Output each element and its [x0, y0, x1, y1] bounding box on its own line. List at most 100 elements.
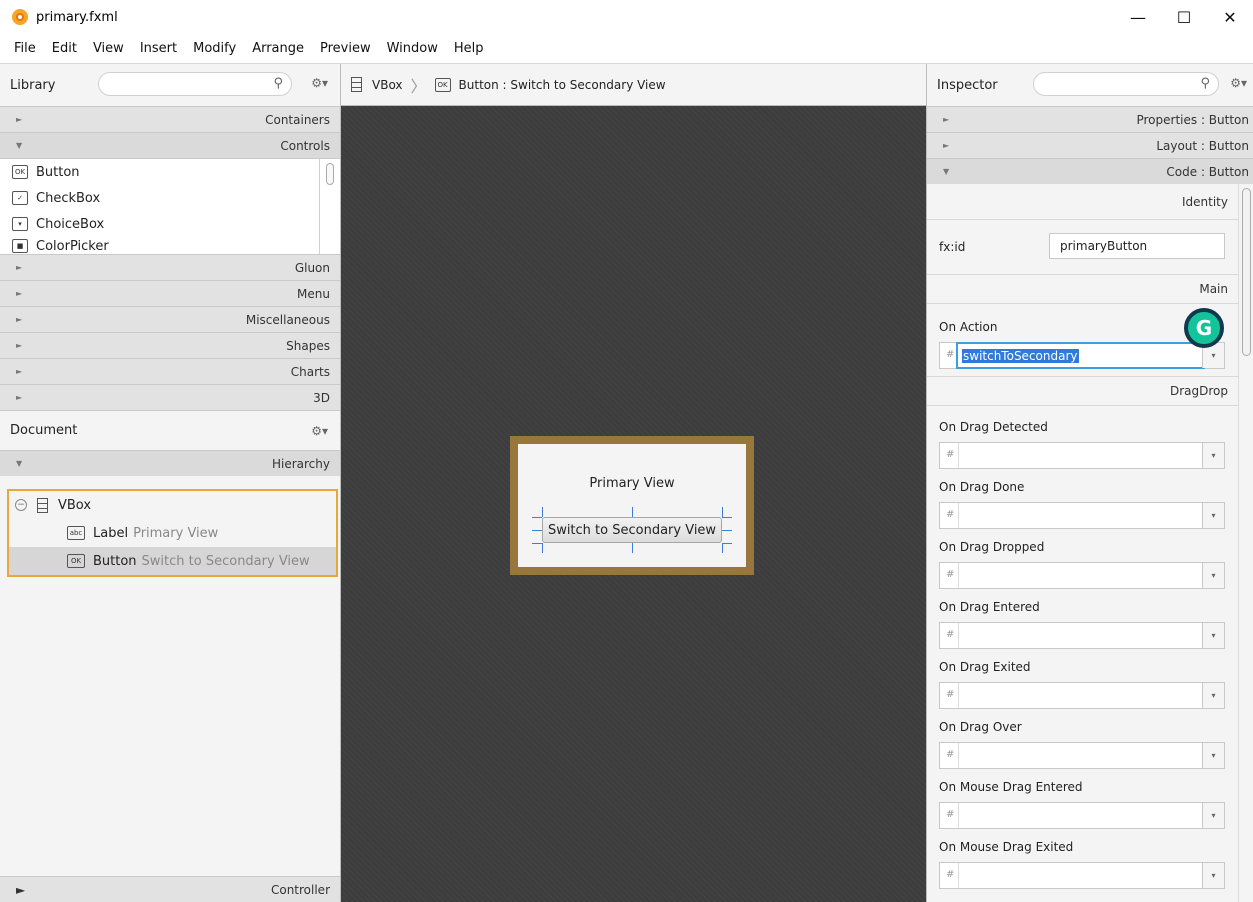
choicebox-icon: ▾ [12, 217, 28, 231]
hash-icon: # [946, 569, 955, 580]
selection-handle[interactable] [722, 543, 732, 544]
chevron-down-icon[interactable]: ▾ [1202, 743, 1224, 768]
chevron-down-icon[interactable]: ▾ [1202, 803, 1224, 828]
section-controls[interactable]: ▼ Controls [0, 132, 340, 158]
arrow-down-icon: ▼ [943, 167, 950, 176]
event-input[interactable] [958, 863, 1204, 888]
menu-help[interactable]: Help [446, 41, 492, 56]
section-properties[interactable]: ► Properties : Button [927, 106, 1253, 132]
menu-file[interactable]: File [6, 41, 44, 56]
scene-root[interactable]: Primary View Switch to Secondary View [510, 436, 754, 575]
event-input[interactable] [958, 743, 1204, 768]
vbox-icon [37, 497, 48, 513]
inspector-scrollbar[interactable] [1238, 184, 1253, 902]
library-gear-icon[interactable]: ⚙▾ [311, 76, 328, 90]
selection-handle[interactable] [532, 543, 542, 544]
event-label: On Drag Detected [939, 420, 1048, 434]
library-item-checkbox[interactable]: ✓ CheckBox [0, 185, 340, 211]
library-scrollbar[interactable] [326, 163, 334, 185]
menu-insert[interactable]: Insert [132, 41, 185, 56]
section-code[interactable]: ▼ Code : Button [927, 158, 1253, 184]
breadcrumb-button[interactable]: Button : Switch to Secondary View [459, 78, 666, 92]
inspector-gear-icon[interactable]: ⚙▾ [1230, 76, 1247, 90]
event-input[interactable] [958, 563, 1204, 588]
library-item-colorpicker[interactable]: ■ ColorPicker [0, 237, 340, 255]
breadcrumb-vbox[interactable]: VBox [372, 78, 403, 92]
preview-primary-label[interactable]: Primary View [518, 476, 746, 491]
section-controller[interactable]: ► Controller [0, 876, 340, 902]
library-item-button[interactable]: OK Button [0, 159, 340, 185]
selection-handle[interactable] [722, 530, 732, 531]
tree-node-button[interactable]: OK Button Switch to Secondary View [9, 547, 336, 575]
event-input[interactable] [958, 623, 1204, 648]
menu-window[interactable]: Window [379, 41, 446, 56]
on-drag-exited-combo[interactable]: # ▾ [939, 682, 1225, 709]
section-layout[interactable]: ► Layout : Button [927, 132, 1253, 158]
chevron-down-icon[interactable]: ▾ [1202, 503, 1224, 528]
on-action-input[interactable]: switchToSecondary [956, 342, 1205, 369]
chevron-down-icon[interactable]: ▾ [1202, 863, 1224, 888]
design-canvas[interactable]: Primary View Switch to Secondary View [341, 106, 926, 902]
selection-handle[interactable] [722, 543, 723, 553]
on-mouse-drag-exited-field: On Mouse Drag Exited # ▾ [927, 832, 1253, 892]
menu-edit[interactable]: Edit [44, 41, 85, 56]
section-shapes[interactable]: ► Shapes [0, 332, 340, 358]
preview-switch-button[interactable]: Switch to Secondary View [542, 517, 722, 543]
event-input[interactable] [958, 503, 1204, 528]
search-icon: ⚲ [273, 76, 283, 91]
grammarly-icon[interactable]: G [1184, 308, 1224, 348]
tree-node-label-primary[interactable]: abc Label Primary View [9, 519, 336, 547]
library-item-choicebox[interactable]: ▾ ChoiceBox [0, 211, 340, 237]
close-button[interactable]: ✕ [1207, 0, 1253, 34]
section-menu[interactable]: ► Menu [0, 280, 340, 306]
section-containers[interactable]: ► Containers [0, 106, 340, 132]
menu-arrange[interactable]: Arrange [244, 41, 312, 56]
event-input[interactable] [958, 443, 1204, 468]
menu-preview[interactable]: Preview [312, 41, 379, 56]
window-controls: — ☐ ✕ [1115, 0, 1253, 34]
document-gear-icon[interactable]: ⚙▾ [311, 424, 328, 438]
title-bar: primary.fxml — ☐ ✕ [0, 0, 1253, 34]
section-charts[interactable]: ► Charts [0, 358, 340, 384]
hash-icon: # [946, 869, 955, 880]
chevron-down-icon[interactable]: ▾ [1202, 563, 1224, 588]
selection-handle[interactable] [722, 507, 723, 517]
on-drag-dropped-combo[interactable]: # ▾ [939, 562, 1225, 589]
section-hierarchy[interactable]: ▼ Hierarchy [0, 450, 340, 476]
on-drag-entered-combo[interactable]: # ▾ [939, 622, 1225, 649]
fxid-input[interactable]: primaryButton [1049, 233, 1225, 259]
on-mouse-drag-entered-combo[interactable]: # ▾ [939, 802, 1225, 829]
inspector-search-input[interactable]: ⚲ [1033, 72, 1219, 96]
on-drag-detected-combo[interactable]: # ▾ [939, 442, 1225, 469]
section-properties-label: Properties : Button [1136, 112, 1249, 127]
on-mouse-drag-exited-combo[interactable]: # ▾ [939, 862, 1225, 889]
menu-view[interactable]: View [85, 41, 132, 56]
collapse-icon[interactable]: − [15, 499, 27, 511]
selection-handle[interactable] [542, 507, 543, 517]
section-miscellaneous[interactable]: ► Miscellaneous [0, 306, 340, 332]
selection-handle[interactable] [722, 517, 732, 518]
chevron-down-icon[interactable]: ▾ [1202, 443, 1224, 468]
menu-modify[interactable]: Modify [185, 41, 244, 56]
vbox-preview[interactable]: Primary View Switch to Secondary View [518, 444, 746, 567]
selection-handle[interactable] [532, 530, 542, 531]
tree-node-vbox[interactable]: − VBox [9, 491, 336, 519]
chevron-down-icon[interactable]: ▾ [1202, 683, 1224, 708]
event-input[interactable] [958, 683, 1204, 708]
selection-handle[interactable] [632, 507, 633, 517]
section-gluon[interactable]: ► Gluon [0, 254, 340, 280]
event-input[interactable] [958, 803, 1204, 828]
selection-handle[interactable] [532, 517, 542, 518]
selection-handle[interactable] [632, 543, 633, 553]
library-search-input[interactable]: ⚲ [98, 72, 292, 96]
on-drag-done-combo[interactable]: # ▾ [939, 502, 1225, 529]
minimize-button[interactable]: — [1115, 0, 1161, 34]
section-3d[interactable]: ► 3D [0, 384, 340, 410]
inspector-scrollbar-thumb[interactable] [1242, 188, 1251, 356]
maximize-button[interactable]: ☐ [1161, 0, 1207, 34]
on-action-combo[interactable]: # switchToSecondary ▾ [939, 342, 1225, 369]
arrow-right-icon: ► [16, 341, 23, 350]
selection-handle[interactable] [542, 543, 543, 553]
on-drag-over-combo[interactable]: # ▾ [939, 742, 1225, 769]
chevron-down-icon[interactable]: ▾ [1202, 623, 1224, 648]
